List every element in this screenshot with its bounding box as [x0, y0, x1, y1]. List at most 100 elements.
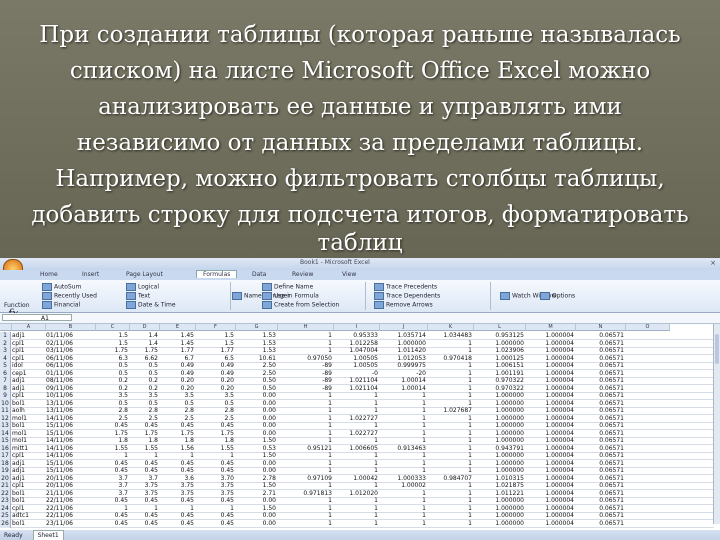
ribbon-command-icon: [126, 292, 136, 300]
slide-caption: При создании таблицы (которая раньше наз…: [0, 0, 720, 258]
cell[interactable]: 1: [428, 520, 474, 528]
window-title: Book1 - Microsoft Excel: [300, 259, 370, 266]
column-header[interactable]: J: [380, 324, 428, 331]
caption-line-4: независимо от данных за пределами таблиц…: [76, 130, 644, 156]
ribbon-logical-button[interactable]: Logical: [126, 283, 159, 291]
column-header[interactable]: G: [236, 324, 278, 331]
tab-review[interactable]: Review: [292, 271, 313, 278]
ribbon-command-icon: [126, 301, 136, 309]
ribbon-command-icon: [374, 283, 384, 291]
ribbon-tabs: Home Insert Page Layout Formulas Data Review V…: [0, 270, 720, 280]
formula-bar: A1: [0, 313, 720, 324]
caption-line-5: Например, можно фильтровать столбцы табл…: [55, 166, 665, 192]
excel-window: Book1 - Microsoft Excel × Home Insert Page…: [0, 258, 720, 540]
column-header[interactable]: A: [12, 324, 46, 331]
tab-home[interactable]: Home: [40, 271, 58, 278]
caption-line-2: списком) на листе Microsoft Office Excel…: [69, 58, 651, 84]
cell[interactable]: 23/11/06: [46, 520, 96, 528]
ribbon-date-time-button[interactable]: Date & Time: [126, 301, 176, 309]
tab-formulas[interactable]: Formulas: [196, 270, 238, 278]
ribbon-recently-used-button[interactable]: Recently Used: [42, 292, 97, 300]
column-header[interactable]: B: [46, 324, 96, 331]
tab-view[interactable]: View: [342, 271, 356, 278]
column-header[interactable]: H: [278, 324, 334, 331]
sheet-tab[interactable]: Sheet1: [32, 530, 64, 540]
table-row: 26 bol1 23/11/06 0.45 0.45 0.45 0.45 0.00 1 1 1 1 1.…: [0, 519, 714, 528]
ribbon-button-label: Use in Formula: [274, 292, 319, 300]
ribbon-button-label: Financial: [54, 301, 81, 309]
ribbon-use-in-formula-button[interactable]: Use in Formula: [262, 292, 319, 300]
row-header[interactable]: 26: [0, 519, 11, 528]
cell[interactable]: 1: [380, 520, 428, 528]
ribbon-button-label: Text: [138, 292, 151, 300]
cell[interactable]: 0.45: [96, 520, 130, 528]
ribbon-autosum-button[interactable]: AutoSum: [42, 283, 81, 291]
ribbon-options-button[interactable]: Options: [540, 292, 575, 300]
cell[interactable]: 0.45: [160, 520, 196, 528]
ribbon-trace-dependents-button[interactable]: Trace Dependents: [374, 292, 440, 300]
insert-function-button[interactable]: Function: [4, 302, 30, 309]
tab-page-layout[interactable]: Page Layout: [126, 271, 163, 278]
column-header[interactable]: I: [334, 324, 380, 331]
ribbon-command-icon: [42, 292, 52, 300]
cell[interactable]: 1.000004: [526, 520, 576, 528]
caption-line-7: таблиц: [317, 230, 403, 256]
ribbon-command-icon: [500, 292, 510, 300]
ribbon-command-icon: [42, 301, 52, 309]
column-header[interactable]: C: [96, 324, 130, 331]
column-header[interactable]: D: [130, 324, 160, 331]
column-header[interactable]: K: [428, 324, 474, 331]
tab-data[interactable]: Data: [252, 271, 266, 278]
ribbon-button-label: Logical: [138, 283, 160, 291]
ribbon-button-label: Remove Arrows: [386, 301, 433, 309]
column-header[interactable]: O: [626, 324, 670, 331]
caption-line-3: анализировать ее данные и управлять ими: [98, 94, 622, 120]
ribbon-divider: [230, 282, 231, 310]
title-bar: Book1 - Microsoft Excel ×: [0, 258, 720, 270]
scroll-thumb[interactable]: [715, 334, 719, 364]
cell[interactable]: 0.06571: [576, 520, 626, 528]
vertical-scrollbar[interactable]: [713, 324, 720, 524]
ribbon-button-label: Define Name: [274, 283, 314, 291]
ribbon-command-icon: [262, 283, 272, 291]
column-header[interactable]: E: [160, 324, 196, 331]
ribbon-command-icon: [262, 292, 272, 300]
column-header[interactable]: M: [526, 324, 576, 331]
ribbon-define-name-button[interactable]: Define Name: [262, 283, 313, 291]
ribbon-command-icon: [540, 292, 550, 300]
ribbon-button-label: Trace Dependents: [386, 292, 441, 300]
ribbon-command-icon: [374, 301, 384, 309]
ribbon-remove-arrows-button[interactable]: Remove Arrows: [374, 301, 433, 309]
ribbon-trace-precedents-button[interactable]: Trace Precedents: [374, 283, 437, 291]
cell[interactable]: 0.45: [196, 520, 236, 528]
ribbon-button-label: Recently Used: [54, 292, 97, 300]
ribbon-command-icon: [374, 292, 384, 300]
column-header[interactable]: N: [576, 324, 626, 331]
ribbon-divider: [490, 282, 491, 310]
ribbon-command-icon: [262, 301, 272, 309]
ribbon-formulas: fx Function AutoSumRecently UsedFinancia…: [0, 280, 720, 320]
cell[interactable]: 0.45: [130, 520, 160, 528]
ribbon-text-button[interactable]: Text: [126, 292, 150, 300]
ribbon-button-label: Create from Selection: [274, 301, 340, 309]
ribbon-command-icon: [42, 283, 52, 291]
tab-insert[interactable]: Insert: [82, 271, 99, 278]
ribbon-command-icon: [232, 292, 242, 300]
caption-line-1: При создании таблицы (которая раньше наз…: [39, 22, 681, 48]
close-icon[interactable]: ×: [710, 259, 716, 267]
cell[interactable]: 1: [278, 520, 334, 528]
select-all-corner[interactable]: [0, 324, 12, 331]
ribbon-create-from-selection-button[interactable]: Create from Selection: [262, 301, 339, 309]
status-bar: Ready Sheet1: [0, 530, 720, 540]
ribbon-button-label: AutoSum: [54, 283, 82, 291]
cell[interactable]: 0.00: [236, 520, 278, 528]
status-text: Ready: [4, 532, 23, 539]
column-header[interactable]: F: [196, 324, 236, 331]
cell[interactable]: 1: [334, 520, 380, 528]
column-header[interactable]: L: [474, 324, 526, 331]
name-box[interactable]: A1: [2, 314, 72, 322]
ribbon-financial-button[interactable]: Financial: [42, 301, 80, 309]
cell[interactable]: 1.000000: [474, 520, 526, 528]
cell[interactable]: bol1: [12, 520, 46, 528]
ribbon-button-label: Date & Time: [138, 301, 176, 309]
